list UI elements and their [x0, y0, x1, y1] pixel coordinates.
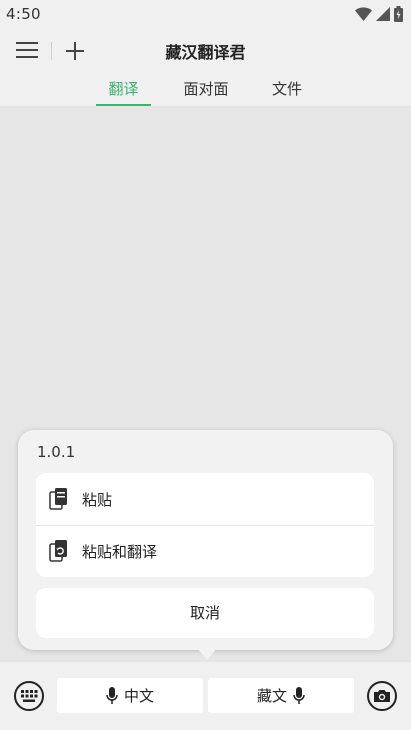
cancel-button[interactable]: 取消: [36, 588, 374, 638]
tab-bar: 翻译 面对面 文件: [0, 72, 411, 106]
paste-menu-item[interactable]: 粘贴: [36, 473, 374, 525]
paste-translate-menu-item[interactable]: 粘贴和翻译: [36, 525, 374, 577]
signal-icon: [376, 7, 390, 21]
microphone-icon: [293, 686, 305, 704]
battery-icon: [394, 6, 403, 22]
status-time: 4:50: [6, 5, 41, 23]
source-language-button[interactable]: 中文: [57, 678, 203, 713]
tab-file[interactable]: 文件: [262, 78, 312, 106]
keyboard-button[interactable]: [13, 680, 45, 712]
app-title: 藏汉翻译君: [165, 43, 246, 62]
popup-menu: 粘贴 粘贴和翻译: [36, 473, 374, 577]
wifi-icon: [355, 7, 372, 21]
paste-label: 粘贴: [82, 491, 113, 509]
status-bar: 4:50: [0, 0, 411, 28]
popup-arrow: [197, 648, 217, 660]
keyboard-icon: [14, 681, 44, 711]
camera-button[interactable]: [366, 680, 398, 712]
tab-indicator: [96, 104, 151, 106]
paste-popup: 1.0.1 粘贴 粘贴和翻译 取消: [18, 430, 393, 650]
tab-face-to-face[interactable]: 面对面: [176, 78, 236, 106]
tab-translate[interactable]: 翻译: [96, 78, 151, 106]
source-language-label: 中文: [123, 687, 154, 705]
paste-translate-label: 粘贴和翻译: [82, 543, 158, 561]
status-icons: [355, 5, 403, 23]
screen: 4:50 藏汉翻译君 翻译 面对面 文件 1.0.1 粘贴 粘贴和翻译 取消 中…: [0, 0, 411, 730]
bottom-bar: 中文 藏文: [0, 662, 411, 730]
app-bar: 藏汉翻译君: [0, 28, 411, 72]
target-language-button[interactable]: 藏文: [208, 678, 354, 713]
microphone-icon: [106, 686, 118, 704]
target-language-label: 藏文: [256, 687, 287, 705]
camera-icon: [367, 681, 397, 711]
paste-icon: [49, 488, 67, 510]
paste-translate-icon: [49, 540, 67, 562]
version-label: 1.0.1: [37, 443, 76, 461]
